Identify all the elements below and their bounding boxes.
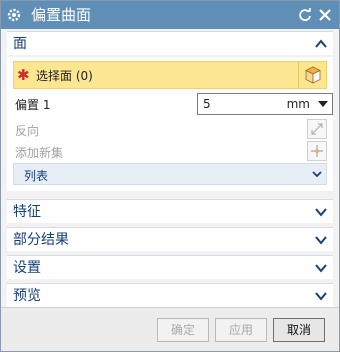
section-partial-header[interactable]: 部分结果: [7, 227, 333, 251]
offset-input[interactable]: 5 mm: [197, 93, 333, 115]
reset-icon[interactable]: [297, 7, 313, 23]
section-face-panel: ✱ 选择面 (0) 偏置 1 5 mm 反向 添加新集 列表: [7, 57, 333, 191]
section-preview-header[interactable]: 预览: [7, 283, 333, 307]
section-partial-label: 部分结果: [13, 232, 69, 248]
add-set-label: 添加新集: [15, 146, 64, 160]
section-features-label: 特征: [13, 204, 41, 220]
ok-button[interactable]: 确定: [157, 318, 209, 342]
reverse-label: 反向: [15, 124, 40, 138]
section-settings-header[interactable]: 设置: [7, 255, 333, 279]
chevron-down-icon[interactable]: [315, 290, 327, 302]
dialog-title: 偏置曲面: [31, 6, 92, 24]
list-label: 列表: [24, 169, 49, 183]
apply-button[interactable]: 应用: [215, 318, 267, 342]
section-face-header[interactable]: 面: [7, 31, 333, 55]
gear-icon: [7, 8, 21, 22]
list-row[interactable]: 列表: [13, 163, 327, 185]
select-face-label: 选择面 (0): [36, 69, 93, 83]
offset-surface-dialog: 偏置曲面 面 ✱ 选择面 (0) 偏置 1 5 mm 反向 添加新集 列表 特征…: [0, 0, 340, 352]
offset-value: 5: [203, 97, 211, 111]
chevron-down-icon[interactable]: [315, 262, 327, 274]
required-star-icon: ✱: [17, 66, 30, 84]
add-set-row: 添加新集: [13, 141, 327, 161]
chevron-down-icon[interactable]: [315, 206, 327, 218]
reverse-direction-icon: [311, 123, 323, 135]
close-icon[interactable]: [317, 7, 333, 23]
add-set-button[interactable]: [307, 141, 327, 161]
section-settings-label: 设置: [13, 260, 41, 276]
offset-unit: mm: [286, 97, 310, 111]
add-set-icon: [311, 145, 323, 157]
section-features-header[interactable]: 特征: [7, 199, 333, 223]
cancel-button[interactable]: 取消: [273, 318, 325, 342]
cube-icon: [305, 66, 321, 84]
section-preview-label: 预览: [13, 288, 41, 304]
chevron-up-icon[interactable]: [315, 38, 327, 50]
select-face-row[interactable]: ✱ 选择面 (0): [13, 61, 327, 89]
chevron-down-icon[interactable]: [315, 234, 327, 246]
reverse-row: 反向: [13, 119, 327, 139]
reverse-direction-button[interactable]: [307, 119, 327, 139]
title-bar: 偏置曲面: [1, 1, 339, 29]
dropdown-arrow-icon[interactable]: [318, 101, 328, 107]
face-selector-button[interactable]: [298, 62, 326, 88]
chevron-down-icon[interactable]: [312, 169, 322, 179]
dialog-footer: 确定 应用 取消: [1, 307, 339, 351]
offset-label: 偏置 1: [15, 98, 51, 112]
offset-row: 偏置 1 5 mm: [13, 93, 333, 115]
section-face-label: 面: [13, 36, 27, 52]
